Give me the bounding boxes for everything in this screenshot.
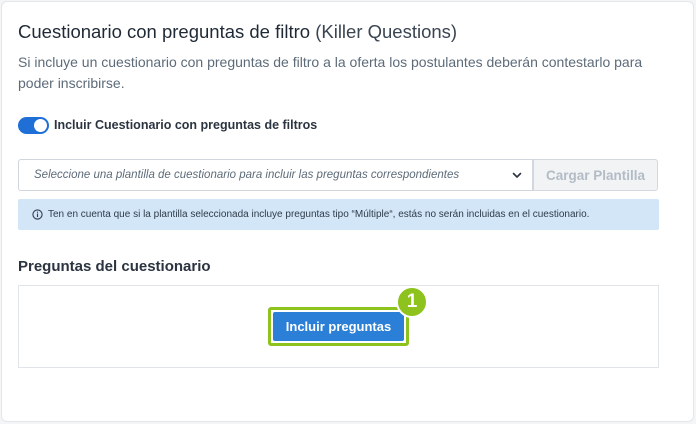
info-note: Ten en cuenta que si la plantilla selecc… (18, 199, 659, 230)
info-circle-icon (32, 209, 43, 220)
include-questions-button[interactable]: Incluir preguntas (268, 307, 409, 346)
questions-section-title: Preguntas del cuestionario (18, 258, 211, 275)
template-select-placeholder: Seleccione una plantilla de cuestionario… (34, 169, 460, 181)
template-select[interactable]: Seleccione una plantilla de cuestionario… (18, 159, 533, 191)
info-note-text: Ten en cuenta que si la plantilla selecc… (48, 209, 590, 220)
switch-knob (34, 118, 47, 132)
load-template-button[interactable]: Cargar Plantilla (533, 159, 658, 191)
chevron-down-icon (512, 172, 522, 178)
section-heading: Cuestionario con preguntas de filtro (Ki… (18, 21, 457, 43)
section-description: Si incluye un cuestionario con preguntas… (18, 54, 643, 91)
include-questions-label: Incluir preguntas (273, 312, 404, 341)
include-questionnaire-toggle-row[interactable]: Incluir Cuestionario con preguntas de fi… (18, 116, 317, 134)
toggle-label: Incluir Cuestionario con preguntas de fi… (54, 118, 318, 132)
step-number-badge: 1 (396, 286, 428, 318)
include-questionnaire-switch[interactable] (18, 116, 49, 134)
heading-suffix: (Killer Questions) (315, 21, 458, 42)
heading-main: Cuestionario con preguntas de filtro (18, 21, 311, 42)
